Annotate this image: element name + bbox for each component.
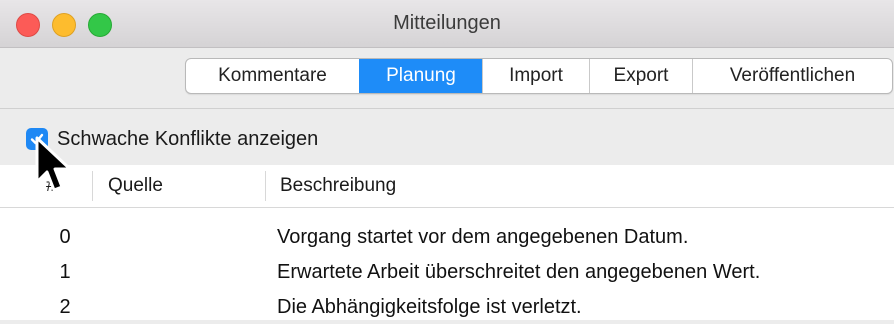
weak-conflicts-label: Schwache Konflikte anzeigen <box>57 127 319 150</box>
tab-export[interactable]: Export <box>589 59 692 93</box>
row-description: Erwartete Arbeit überschreitet den angeg… <box>277 261 761 283</box>
window-title: Mitteilungen <box>393 12 501 34</box>
tab-bar: Kommentare Planung Import Export Veröffe… <box>185 58 893 94</box>
tab-veroeffentlichen[interactable]: Veröffentlichen <box>692 59 892 93</box>
row-description: Vorgang startet vor dem angegebenen Datu… <box>277 226 689 248</box>
conflicts-table: # Quelle Beschreibung 0 Vorgang startet … <box>0 165 894 320</box>
column-separator[interactable] <box>265 171 266 201</box>
tab-planung[interactable]: Planung <box>359 59 482 93</box>
column-header-description[interactable]: Beschreibung <box>280 165 396 207</box>
row-number: 1 <box>59 261 71 283</box>
tab-kommentare[interactable]: Kommentare <box>186 59 359 93</box>
tab-import[interactable]: Import <box>482 59 589 93</box>
table-header: # Quelle Beschreibung <box>0 165 894 208</box>
mouse-pointer-icon <box>35 136 72 192</box>
column-header-source[interactable]: Quelle <box>108 165 163 207</box>
divider <box>0 108 894 109</box>
column-separator[interactable] <box>92 171 93 201</box>
title-bar: Mitteilungen <box>0 0 894 48</box>
table-row[interactable]: 1 Erwartete Arbeit überschreitet den ang… <box>0 255 894 289</box>
row-number: 0 <box>59 226 71 248</box>
table-row[interactable]: 0 Vorgang startet vor dem angegebenen Da… <box>0 220 894 254</box>
row-description: Die Abhängigkeitsfolge ist verletzt. <box>277 296 582 318</box>
table-row[interactable]: 2 Die Abhängigkeitsfolge ist verletzt. <box>0 290 894 324</box>
row-number: 2 <box>59 296 71 318</box>
